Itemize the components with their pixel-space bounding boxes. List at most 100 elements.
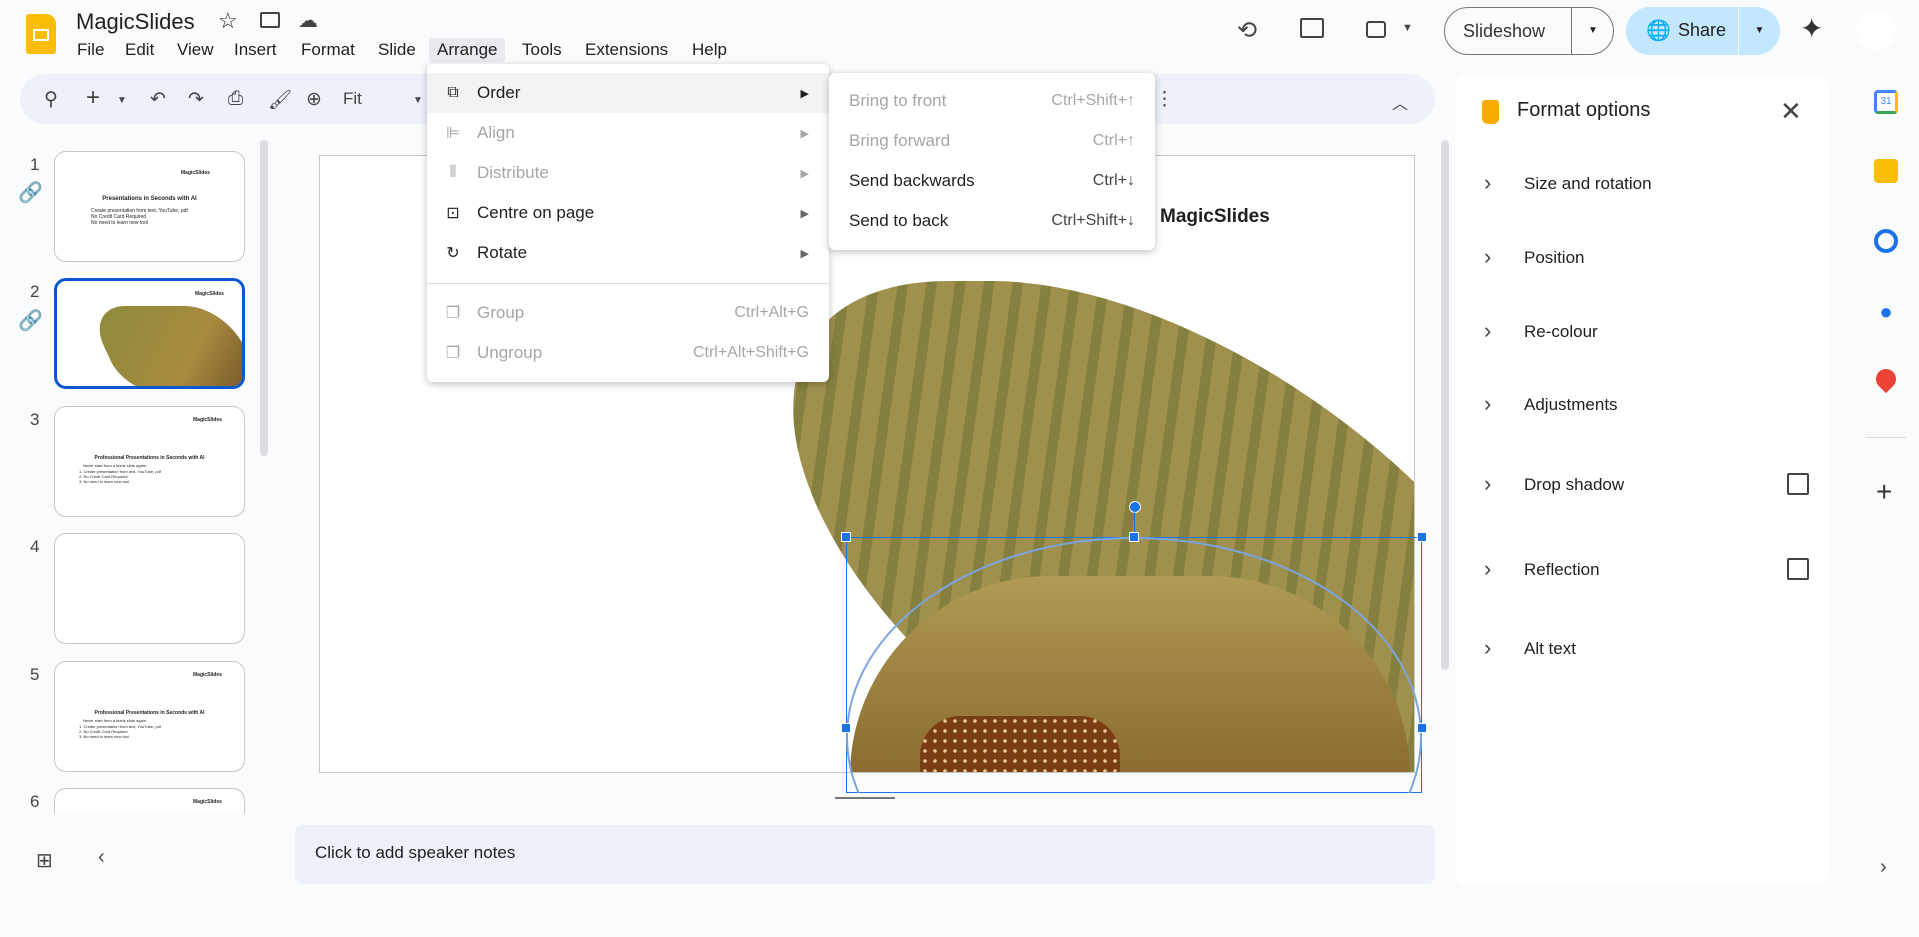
menu-item-group[interactable]: ❐ Group Ctrl+Alt+G — [427, 293, 829, 333]
share-dropdown[interactable]: ▼ — [1738, 7, 1780, 55]
menu-help[interactable]: Help — [684, 38, 735, 62]
slide-thumbnail-1[interactable]: MagicSlides Presentations in Seconds wit… — [54, 151, 245, 262]
menu-item-align[interactable]: ⊫ Align ▶ — [427, 113, 829, 153]
resize-handle[interactable] — [841, 723, 851, 733]
chevron-right-icon: › — [1484, 318, 1492, 343]
menu-item-send-to-back[interactable]: Send to back Ctrl+Shift+↓ — [829, 201, 1155, 241]
meet-icon[interactable] — [1366, 21, 1386, 38]
gemini-icon[interactable]: ✦ — [1800, 12, 1823, 45]
canvas-scrollbar[interactable] — [1441, 140, 1449, 670]
get-addons-icon[interactable]: + — [1876, 476, 1892, 508]
slideshow-dropdown[interactable]: ▼ — [1571, 8, 1614, 54]
grid-view-icon[interactable]: ⊞ — [36, 848, 53, 873]
paint-format-icon[interactable]: 🖌 — [268, 88, 292, 112]
submenu-arrow-icon: ▶ — [800, 247, 809, 260]
menu-item-order[interactable]: ⧉ Order ▶ — [427, 73, 829, 113]
menu-tools[interactable]: Tools — [514, 38, 570, 62]
slides-logo[interactable] — [26, 14, 56, 54]
thumb-logo: MagicSlides — [181, 170, 210, 176]
new-slide-icon[interactable]: + — [86, 84, 100, 112]
version-history-icon[interactable]: ⟲ — [1237, 16, 1257, 45]
slideshow-button[interactable]: Slideshow ▼ — [1444, 7, 1614, 55]
reflection-checkbox[interactable] — [1787, 558, 1809, 580]
globe-icon: 🌐 — [1646, 20, 1671, 42]
order-icon: ⧉ — [447, 84, 459, 101]
avatar[interactable] — [1856, 10, 1896, 50]
centre-icon: ⊡ — [446, 205, 460, 222]
menu-item-bring-to-front[interactable]: Bring to front Ctrl+Shift+↑ — [829, 81, 1155, 121]
meet-dropdown-icon[interactable]: ▼ — [1402, 22, 1413, 34]
comments-icon[interactable] — [1300, 18, 1324, 38]
thumb-subtitle: Never start from a blank slide again. — [83, 463, 148, 468]
zoom-dropdown-icon[interactable]: ▼ — [413, 95, 423, 106]
speaker-notes[interactable]: Click to add speaker notes — [295, 825, 1435, 884]
close-panel-icon[interactable]: ✕ — [1780, 96, 1802, 127]
thumb-logo: MagicSlides — [193, 799, 222, 805]
notes-resize-handle[interactable] — [835, 797, 895, 799]
resize-handle[interactable] — [1417, 532, 1427, 542]
menu-item-rotate[interactable]: ↻ Rotate ▶ — [427, 233, 829, 273]
move-folder-icon[interactable] — [260, 12, 280, 28]
maps-icon[interactable] — [1871, 364, 1901, 394]
arrange-menu: ⧉ Order ▶ ⊫ Align ▶ ⫴ Distribute ▶ ⊡ Centre on … — [427, 64, 829, 382]
search-menus-icon[interactable]: ⚲ — [44, 88, 58, 111]
menu-item-ungroup[interactable]: ❐ Ungroup Ctrl+Alt+Shift+G — [427, 333, 829, 373]
submenu-arrow-icon: ▶ — [800, 167, 809, 180]
menu-view[interactable]: View — [169, 38, 222, 62]
print-icon[interactable]: ⎙ — [228, 88, 243, 110]
zoom-icon[interactable]: ⊕ — [306, 88, 322, 111]
slide-number: 6 — [30, 792, 40, 811]
align-icon: ⊫ — [446, 125, 460, 142]
resize-handle[interactable] — [841, 532, 851, 542]
menu-item-centre[interactable]: ⊡ Centre on page ▶ — [427, 193, 829, 233]
menu-arrange[interactable]: Arrange — [429, 38, 506, 62]
contacts-icon[interactable]: ● — [1874, 299, 1898, 324]
tasks-icon[interactable] — [1874, 229, 1898, 253]
slide-thumbnail-6[interactable]: MagicSlides — [54, 788, 245, 814]
share-button[interactable]: 🌐 Share ▼ — [1626, 7, 1780, 55]
slide-thumbnail-4[interactable] — [54, 533, 245, 644]
undo-icon[interactable]: ↶ — [150, 88, 166, 111]
speaker-notes-placeholder: Click to add speaker notes — [315, 843, 516, 862]
resize-handle[interactable] — [1129, 532, 1139, 542]
star-icon[interactable]: ☆ — [218, 8, 238, 34]
filmstrip-scrollbar[interactable] — [260, 140, 268, 456]
drop-shadow-checkbox[interactable] — [1787, 473, 1809, 495]
menu-format[interactable]: Format — [293, 38, 363, 62]
chevron-right-icon: › — [1484, 635, 1492, 660]
rotate-handle[interactable] — [1129, 501, 1141, 513]
slide-thumbnail-3[interactable]: MagicSlides Professional Presentations i… — [54, 406, 245, 517]
calendar-icon[interactable]: 31 — [1874, 90, 1898, 114]
format-options-panel — [1455, 74, 1830, 886]
menu-slide[interactable]: Slide — [370, 38, 424, 62]
thumb-bullet: No need to learn new tool — [91, 220, 148, 226]
slide-thumbnail-5[interactable]: MagicSlides Professional Presentations i… — [54, 661, 245, 772]
doc-title[interactable]: MagicSlides — [76, 9, 195, 35]
redo-icon[interactable]: ↷ — [188, 88, 204, 111]
keep-icon[interactable] — [1874, 159, 1898, 183]
menu-extensions[interactable]: Extensions — [577, 38, 676, 62]
resize-handle[interactable] — [1417, 723, 1427, 733]
slide-number: 1 — [30, 155, 40, 174]
cloud-saved-icon[interactable]: ☁ — [298, 8, 318, 33]
slide-number: 4 — [30, 537, 40, 556]
collapse-toolbar-icon[interactable]: ︿ — [1392, 90, 1408, 114]
menu-divider — [427, 283, 829, 284]
slideshow-label: Slideshow — [1463, 21, 1546, 41]
rotate-icon: ↻ — [446, 245, 460, 262]
collapse-filmstrip-icon[interactable]: ‹ — [98, 846, 105, 869]
menu-insert[interactable]: Insert — [226, 38, 285, 62]
menu-edit[interactable]: Edit — [117, 38, 162, 62]
distribute-icon: ⫴ — [449, 164, 457, 181]
menu-item-send-backwards[interactable]: Send backwards Ctrl+↓ — [829, 161, 1155, 201]
menu-item-distribute[interactable]: ⫴ Distribute ▶ — [427, 153, 829, 193]
slide-thumbnail-2[interactable]: MagicSlides — [54, 278, 245, 389]
menu-item-bring-forward[interactable]: Bring forward Ctrl+↑ — [829, 121, 1155, 161]
slide-number: 5 — [30, 665, 40, 684]
expand-side-panel-icon[interactable]: › — [1880, 856, 1887, 879]
slide-logo-text[interactable]: MagicSlides — [1160, 206, 1270, 228]
menu-file[interactable]: File — [69, 38, 112, 62]
zoom-select[interactable]: Fit — [343, 89, 362, 109]
more-options-icon[interactable]: ⋮ — [1155, 88, 1174, 111]
new-slide-dropdown-icon[interactable]: ▼ — [117, 95, 127, 106]
